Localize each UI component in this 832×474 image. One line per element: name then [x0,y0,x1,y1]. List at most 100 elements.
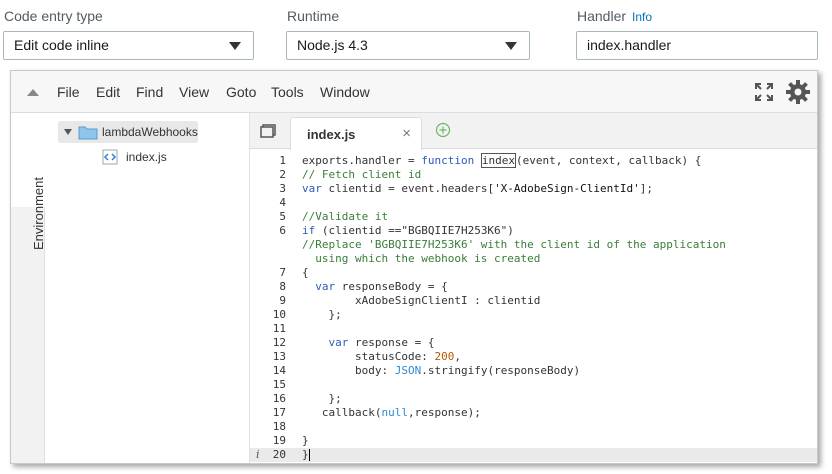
code-text: body: JSON.stringify(responseBody) [302,364,581,377]
code-text: var response = { [328,336,435,349]
line-number: 4 [279,196,286,209]
editor-pane: index.js × 1 exports.handler = function i… [249,113,817,463]
code-line[interactable]: 7{ [250,266,817,280]
tree-folder-lambdawebhooks[interactable]: lambdaWebhooks [58,121,198,143]
code-entry-type-label: Code entry type [4,8,103,24]
menu-goto[interactable]: Goto [226,84,256,100]
tab-indexjs[interactable]: index.js × [290,117,422,150]
code-line[interactable]: 15 [250,378,817,392]
handler-info-link[interactable]: Info [632,10,652,24]
code-lines: 1 exports.handler = function index(event,… [250,153,817,462]
code-area[interactable]: 1 exports.handler = function index(event,… [250,150,817,463]
line-number: 3 [279,182,286,195]
code-text: statusCode: 200, [302,350,461,363]
handler-value: index.handler [587,37,672,53]
code-text: exports.handler = function index(event, … [302,153,702,168]
environment-tab-label: Environment [31,177,46,250]
collapse-menu-icon[interactable] [27,89,39,96]
code-line[interactable]: 1 exports.handler = function index(event,… [250,153,817,168]
code-line[interactable]: 3 var clientid = event.headers['X-AdobeSi… [250,182,817,196]
code-line[interactable]: 8 var responseBody = { [250,280,817,294]
code-text: } [302,434,309,447]
close-icon[interactable]: × [402,125,411,142]
folder-label: lambdaWebhooks [102,125,198,139]
code-line[interactable]: 11 [250,322,817,336]
line-number: 9 [279,294,286,307]
code-line[interactable]: //Replace 'BGBQIIE7H253K6' with the clie… [250,238,817,252]
code-entry-type-select[interactable]: Edit code inline [3,31,254,60]
code-text: var clientid = event.headers['X-AdobeSig… [302,182,654,195]
code-text: }; [302,392,342,405]
handler-label: Handler [577,8,627,24]
code-line[interactable]: 17 callback(null,response); [250,406,817,420]
code-text: var responseBody = { [315,280,448,293]
code-line[interactable]: 14 body: JSON.stringify(responseBody) [250,364,817,378]
code-text: { [302,266,309,279]
file-label: index.js [126,150,167,164]
menu-tools[interactable]: Tools [271,84,304,100]
tab-label: index.js [307,127,356,142]
line-number: 20 [272,448,286,461]
code-line[interactable]: 18 [250,420,817,434]
tab-list-icon[interactable] [260,124,276,138]
code-line[interactable]: 13 statusCode: 200, [250,350,817,364]
gear-icon[interactable] [785,79,811,105]
chevron-down-icon [505,42,517,50]
line-number: 17 [272,406,286,419]
line-number: 18 [272,420,286,433]
line-number: 2 [279,168,286,181]
line-number: 11 [272,322,286,335]
menu-bar: File Edit Find View Goto Tools Window [11,71,817,113]
folder-icon [78,126,98,140]
runtime-label: Runtime [287,8,340,24]
line-number: 5 [279,210,286,223]
code-text: // Fetch client id [302,168,422,181]
code-line[interactable]: 12 var response = { [250,336,817,350]
code-line[interactable]: 16 }; [250,392,817,406]
code-text: xAdobeSignClientI : clientid [302,294,541,307]
line-number: 15 [272,378,286,391]
code-line[interactable]: 19} [250,434,817,448]
expand-arrow-icon[interactable] [64,129,72,135]
code-line[interactable]: 5 //Validate it [250,210,817,224]
code-text: using which the webhook is created [302,252,541,265]
code-text: //Validate it [302,210,389,223]
code-editor-ide: File Edit Find View Goto Tools Window En… [10,70,818,464]
runtime-value: Node.js 4.3 [297,37,368,53]
code-text: //Replace 'BGBQIIE7H253K6' with the clie… [302,238,726,251]
menu-file[interactable]: File [57,84,80,100]
code-line[interactable]: 4 [250,196,817,210]
fullscreen-icon[interactable] [755,83,773,101]
code-text: } [302,448,310,461]
add-tab-icon[interactable] [435,122,451,138]
line-number: 19 [272,434,286,447]
handler-input[interactable]: index.handler [576,31,818,60]
handler-label-row: Handler Info [577,8,652,24]
code-line[interactable]: 9 xAdobeSignClientI : clientid [250,294,817,308]
line-number: 8 [279,280,286,293]
code-line[interactable]: 6 if (clientid =="BGBQIIE7H253K6") [250,224,817,238]
menu-edit[interactable]: Edit [96,84,120,100]
code-line[interactable]: 2 // Fetch client id [250,168,817,182]
js-file-icon [102,149,118,165]
runtime-select[interactable]: Node.js 4.3 [286,31,530,60]
code-line[interactable]: using which the webhook is created [250,252,817,266]
code-text: if (clientid =="BGBQIIE7H253K6") [302,224,514,237]
line-number: 7 [279,266,286,279]
file-tree: lambdaWebhooks index.js [46,113,249,463]
menu-view[interactable]: View [179,84,209,100]
menu-window[interactable]: Window [320,84,370,100]
line-number: 1 [279,154,286,167]
line-number: 10 [272,308,286,321]
code-line[interactable]: i 20} [250,448,817,462]
menu-find[interactable]: Find [136,84,163,100]
code-line[interactable]: 10 }; [250,308,817,322]
editor-tab-bar: index.js × [250,113,817,150]
chevron-down-icon [229,42,241,50]
code-text: callback(null,response); [302,406,481,419]
code-entry-type-value: Edit code inline [14,37,109,53]
code-text: }; [302,308,342,321]
environment-tab[interactable]: Environment [11,113,46,250]
line-number: 6 [279,224,286,237]
line-number: 14 [272,364,286,377]
